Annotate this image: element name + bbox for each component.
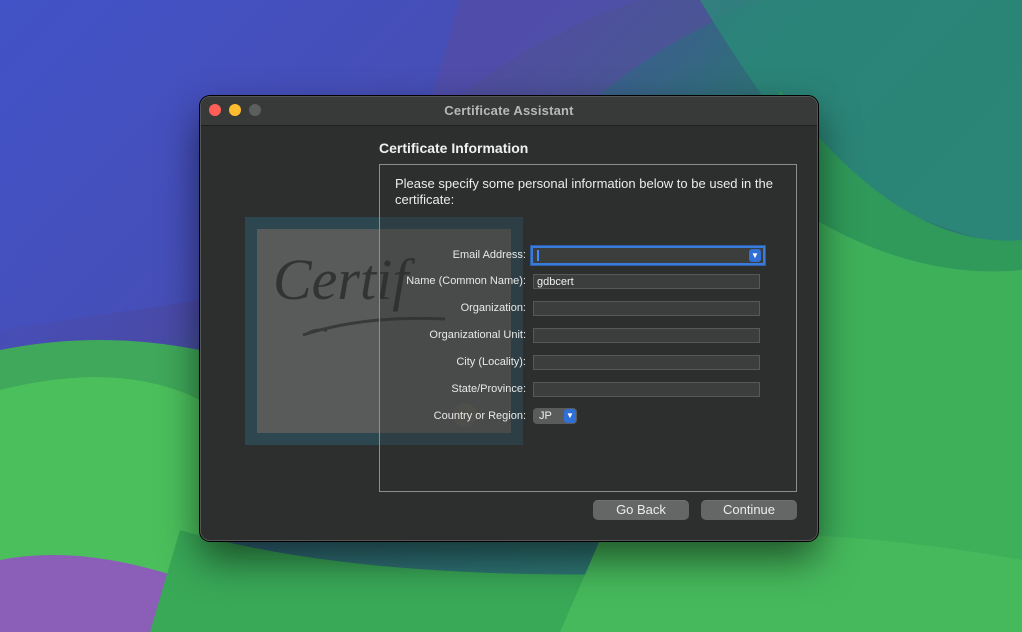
common-name-field[interactable]: gdbcert [533,274,760,289]
certificate-info-panel: Please specify some personal information… [379,164,797,492]
window-title: Certificate Assistant [444,103,574,118]
org-unit-row: Organizational Unit: [380,326,796,346]
org-unit-field[interactable] [533,328,760,343]
title-bar: Certificate Assistant [201,97,817,126]
org-unit-label: Organizational Unit: [429,329,526,341]
go-back-button[interactable]: Go Back [593,500,689,520]
panel-description: Please specify some personal information… [395,176,773,207]
organization-row: Organization: [380,299,796,319]
city-row: City (Locality): [380,353,796,373]
chevron-down-icon: ▼ [564,409,576,423]
state-label: State/Province: [451,383,526,395]
email-row: Email Address: ▼ [380,246,796,266]
name-row: Name (Common Name): gdbcert [380,272,796,292]
chevron-down-icon[interactable]: ▼ [749,249,761,262]
certificate-assistant-window: Certificate Assistant Certif Certificate… [200,96,818,541]
organization-field[interactable] [533,301,760,316]
city-field[interactable] [533,355,760,370]
country-select[interactable]: JP ▼ [533,408,577,424]
section-title: Certificate Information [379,140,529,156]
country-label: Country or Region: [433,410,526,422]
name-label: Name (Common Name): [406,275,526,287]
state-field[interactable] [533,382,760,397]
city-label: City (Locality): [456,356,526,368]
country-row: Country or Region: JP ▼ [380,407,796,427]
text-caret [537,250,539,261]
country-value: JP [539,410,552,422]
organization-label: Organization: [460,302,526,314]
continue-button[interactable]: Continue [701,500,797,520]
email-field[interactable]: ▼ [531,246,765,265]
state-row: State/Province: [380,380,796,400]
email-label: Email Address: [452,249,526,261]
